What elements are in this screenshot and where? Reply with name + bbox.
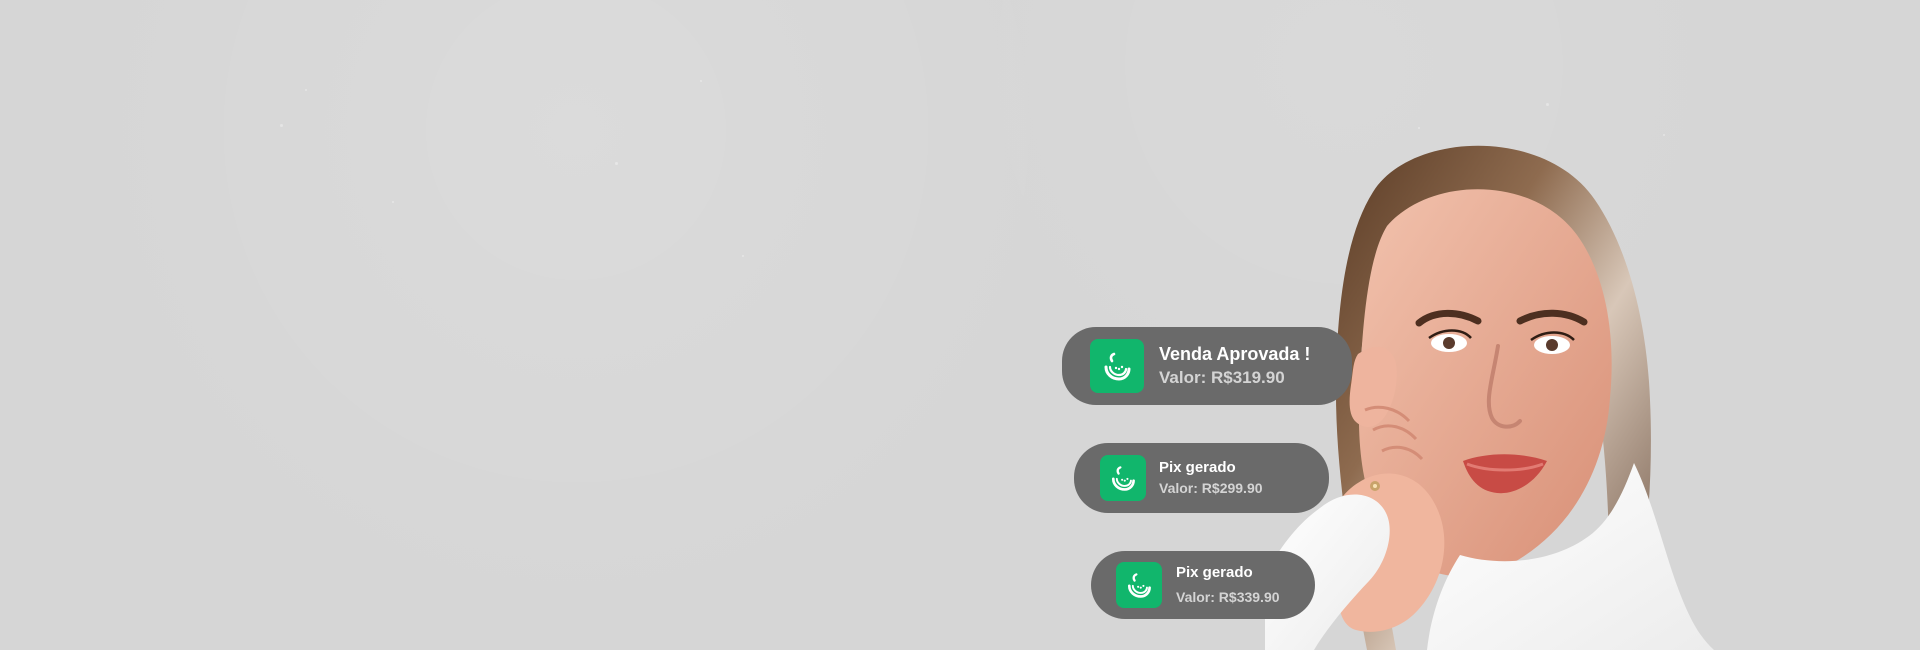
notification-title: Pix gerado — [1176, 564, 1253, 582]
hero-stage: Venda Aprovada ! Valor: R$319.90 Pix ger… — [0, 0, 1920, 650]
notification-value: Valor: R$319.90 — [1159, 367, 1285, 387]
background-dot — [700, 80, 702, 82]
notification-pix-generated: Pix gerado Valor: R$299.90 — [1074, 443, 1329, 513]
background-dot — [1663, 134, 1665, 136]
notification-title: Pix gerado — [1159, 459, 1236, 477]
watermelon-icon — [1090, 339, 1144, 393]
background-dot — [1418, 127, 1420, 129]
notification-pix-generated: Pix gerado Valor: R$339.90 — [1091, 551, 1315, 619]
background-dot — [1546, 103, 1549, 106]
notification-text: Venda Aprovada ! Valor: R$319.90 — [1159, 343, 1311, 387]
notification-value: Valor: R$299.90 — [1159, 479, 1263, 496]
background-dot — [305, 89, 307, 91]
notification-title: Venda Aprovada ! — [1159, 343, 1311, 364]
notification-text: Pix gerado Valor: R$299.90 — [1159, 460, 1263, 496]
background-dot — [392, 201, 394, 203]
background-dot — [742, 255, 744, 257]
watermelon-icon — [1116, 562, 1162, 608]
notification-value: Valor: R$339.90 — [1176, 588, 1280, 605]
notification-sale-approved: Venda Aprovada ! Valor: R$319.90 — [1062, 327, 1352, 405]
watermelon-icon — [1100, 455, 1146, 501]
background-dot — [615, 162, 618, 165]
background-dot — [280, 124, 283, 127]
notification-text: Pix gerado Valor: R$339.90 — [1176, 565, 1280, 605]
